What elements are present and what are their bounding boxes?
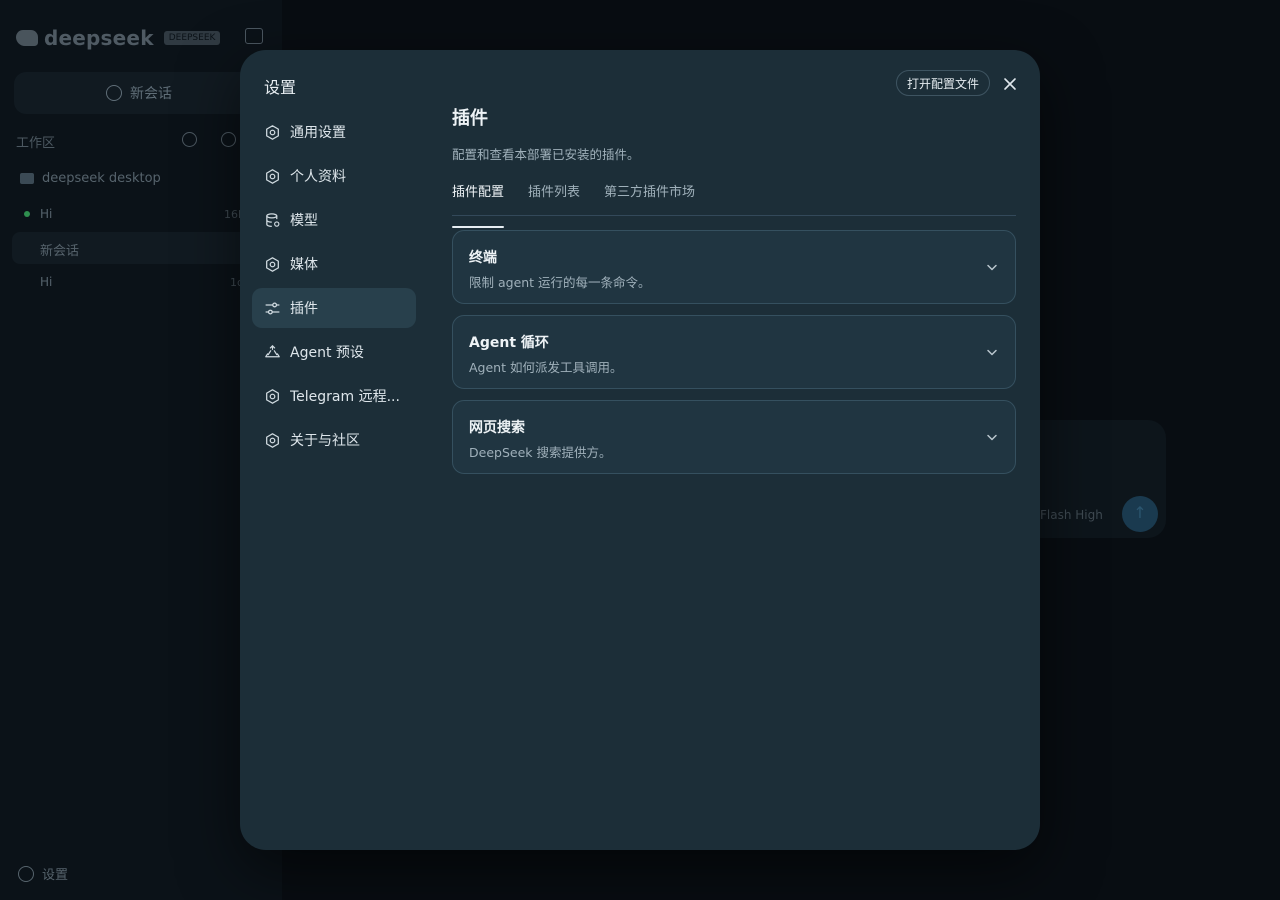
status-dot (24, 211, 30, 217)
folder-icon (20, 173, 34, 184)
nav-item-label: 插件 (290, 301, 318, 317)
chevron-down-icon (987, 264, 997, 271)
chat-title: Hi (40, 207, 53, 221)
search-icon (182, 132, 197, 147)
workspace-actions (182, 132, 236, 147)
chat-item: Hi (24, 207, 52, 221)
nav-item-label: 通用设置 (290, 125, 346, 141)
tab-plugin-list[interactable]: 插件列表 (528, 183, 580, 215)
workspace-label: 工作区 (16, 136, 56, 151)
card-subtitle: Agent 如何派发工具调用。 (469, 360, 623, 375)
workspace-folder: deepseek desktop (20, 171, 161, 186)
nav-item-plugins[interactable]: 插件 (252, 288, 416, 328)
database-icon (263, 211, 281, 229)
nav-item-label: Agent 预设 (290, 345, 364, 361)
nav-item-label: Telegram 远程... (290, 389, 400, 405)
plugin-card-web-search[interactable]: 网页搜索 DeepSeek 搜索提供方。 (452, 400, 1016, 474)
new-chat-label: 新会话 (130, 86, 172, 102)
nav-item-profile[interactable]: 个人资料 (252, 156, 416, 196)
close-icon (1004, 78, 1016, 90)
close-button[interactable] (1000, 74, 1020, 94)
whale-logo-icon (16, 30, 38, 46)
settings-label: 设置 (42, 868, 69, 883)
plugin-cards: 终端 限制 agent 运行的每一条命令。 Agent 循环 Agent 如何派… (452, 230, 1016, 474)
nav-item-label: 模型 (290, 213, 318, 229)
open-config-button[interactable]: 打开配置文件 (896, 70, 991, 96)
nav-item-telegram[interactable]: Telegram 远程... (252, 376, 416, 416)
chevron-down-icon (987, 349, 997, 356)
brand-name: deepseek (44, 26, 154, 50)
recycle-icon (263, 343, 281, 361)
plugin-card-terminal[interactable]: 终端 限制 agent 运行的每一条命令。 (452, 230, 1016, 304)
settings-nav: 通用设置 个人资料 模型 媒体 插件 Agent 预设 Telegram 远程.… (252, 112, 416, 464)
settings-link: 设置 (18, 864, 68, 883)
selected-chat-title: 新会话 (40, 244, 80, 259)
chevron-down-icon (987, 434, 997, 441)
gear-icon (263, 255, 281, 273)
gear-icon (263, 167, 281, 185)
page-title: 插件 (452, 108, 488, 129)
gear-icon (263, 431, 281, 449)
plugin-card-agent-loop[interactable]: Agent 循环 Agent 如何派发工具调用。 (452, 315, 1016, 389)
folder-name: deepseek desktop (42, 171, 161, 186)
new-folder-icon (221, 132, 236, 147)
sliders-icon (263, 299, 281, 317)
nav-item-models[interactable]: 模型 (252, 200, 416, 240)
gear-icon (263, 123, 281, 141)
app-logo: deepseek DEEPSEEK (16, 26, 221, 50)
nav-item-label: 媒体 (290, 257, 318, 273)
nav-item-general[interactable]: 通用设置 (252, 112, 416, 152)
nav-item-label: 个人资料 (290, 169, 346, 185)
plugins-panel: 插件 配置和查看本部署已安装的插件。 插件配置 插件列表 第三方插件市场 终端 … (452, 104, 1016, 485)
settings-modal: 设置 打开配置文件 通用设置 个人资料 模型 媒体 插件 Agent 预设 Te… (240, 50, 1040, 850)
send-button (1122, 496, 1158, 532)
gear-icon (263, 387, 281, 405)
chat-title: Hi (40, 275, 53, 289)
brand-tag: DEEPSEEK (163, 31, 221, 45)
nav-item-agent-presets[interactable]: Agent 预设 (252, 332, 416, 372)
card-subtitle: 限制 agent 运行的每一条命令。 (469, 275, 651, 290)
modal-title: 设置 (264, 78, 297, 97)
nav-item-about[interactable]: 关于与社区 (252, 420, 416, 460)
model-selector: Flash High (1040, 508, 1103, 522)
plus-icon (106, 85, 122, 101)
tab-plugin-config[interactable]: 插件配置 (452, 183, 505, 228)
card-title: 终端 (469, 250, 497, 266)
card-title: 网页搜索 (469, 420, 525, 436)
sidebar-toggle-icon (245, 28, 263, 44)
gear-icon (18, 865, 34, 882)
new-chat-button: 新会话 (14, 72, 264, 114)
card-subtitle: DeepSeek 搜索提供方。 (469, 445, 612, 460)
nav-item-media[interactable]: 媒体 (252, 244, 416, 284)
plugin-tabs: 插件配置 插件列表 第三方插件市场 (452, 183, 1016, 228)
card-title: Agent 循环 (469, 335, 549, 351)
tab-third-party-market[interactable]: 第三方插件市场 (604, 183, 695, 215)
nav-item-label: 关于与社区 (290, 433, 360, 449)
page-description: 配置和查看本部署已安装的插件。 (452, 147, 640, 162)
